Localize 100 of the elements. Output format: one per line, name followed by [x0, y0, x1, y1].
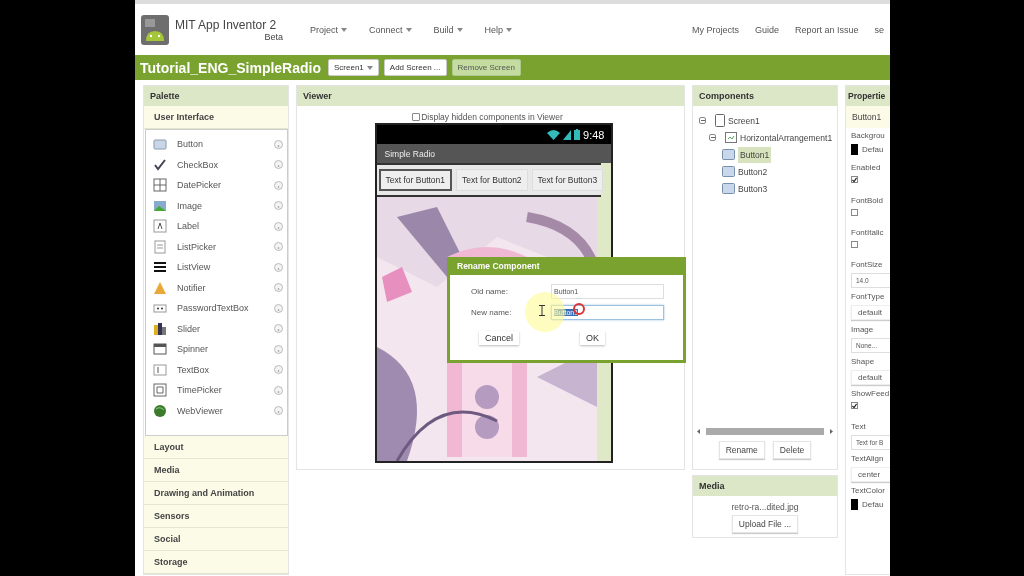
color-swatch[interactable]	[851, 144, 858, 155]
property-label: FontBold	[851, 195, 885, 205]
tree-item[interactable]: Screen1	[728, 115, 760, 126]
palette-item[interactable]: DatePicker	[177, 180, 274, 191]
scroll-left-icon[interactable]	[697, 429, 700, 434]
menu-item[interactable]: Project	[310, 24, 347, 35]
nav-link[interactable]: Guide	[754, 24, 779, 35]
dialog-button[interactable]: Cancel	[479, 331, 519, 345]
palette-item[interactable]: CheckBox	[177, 159, 274, 170]
list-lines-icon	[153, 260, 167, 275]
help-icon[interactable]	[274, 221, 283, 231]
component-button[interactable]: Delete	[772, 441, 812, 459]
palette-item[interactable]: Label	[177, 221, 274, 232]
app-name: MIT App Inventor 2	[175, 17, 278, 32]
palette-item[interactable]: Slider	[177, 323, 274, 334]
palette-section[interactable]: Social	[144, 528, 288, 551]
horizontal-scrollbar[interactable]	[706, 428, 824, 435]
help-icon[interactable]	[274, 365, 283, 375]
property-checkbox[interactable]	[851, 240, 858, 248]
palette-section[interactable]: Drawing and Animation	[144, 482, 288, 505]
help-icon[interactable]	[274, 283, 283, 293]
property-checkbox[interactable]	[851, 402, 858, 410]
property-label: ShowFeed	[851, 389, 890, 399]
palette-section[interactable]: Layout	[144, 436, 288, 459]
palette-item[interactable]: PasswordTextBox	[177, 303, 274, 314]
palette-item[interactable]: TimePicker	[177, 385, 274, 396]
palette-item[interactable]: TextBox	[177, 364, 274, 375]
help-icon[interactable]	[274, 406, 283, 416]
media-file[interactable]: retro-ra...dited.jpg	[731, 502, 799, 512]
warning-icon	[153, 280, 167, 295]
palette-item[interactable]: ListPicker	[177, 241, 274, 252]
component-button[interactable]: Rename	[718, 441, 765, 459]
property-dropdown[interactable]: default	[851, 305, 890, 321]
button-icon	[722, 183, 735, 194]
checkbox-label: Display hidden components in Viewer	[421, 112, 563, 122]
tree-item[interactable]: Button3	[738, 183, 768, 194]
scroll-right-icon[interactable]	[830, 429, 833, 434]
spinner-icon	[153, 342, 167, 357]
palette-section[interactable]: Sensors	[144, 505, 288, 528]
edition-label: Beta	[264, 31, 283, 42]
help-icon[interactable]	[274, 180, 283, 190]
phone-button[interactable]: Text for Button1	[378, 169, 453, 191]
property-dropdown[interactable]: center	[851, 466, 890, 482]
palette-item[interactable]: Spinner	[177, 344, 274, 355]
text-cursor-icon	[539, 305, 545, 316]
help-icon[interactable]	[274, 344, 283, 354]
help-icon[interactable]	[274, 242, 283, 252]
property-value: Defau	[862, 500, 884, 510]
tree-item[interactable]: HorizontalArrangement1	[740, 132, 833, 143]
palette-section[interactable]: Storage	[144, 551, 288, 574]
nav-link[interactable]: My Projects	[691, 24, 739, 35]
menu-item[interactable]: Help	[484, 24, 513, 35]
help-icon[interactable]	[274, 160, 283, 170]
image-icon	[153, 198, 167, 213]
tree-item[interactable]: Button2	[738, 166, 768, 177]
help-icon[interactable]	[274, 385, 283, 395]
selected-component-label: Button1	[846, 106, 890, 128]
dialog-button[interactable]: OK	[580, 331, 605, 345]
property-checkbox[interactable]	[851, 176, 858, 184]
help-icon[interactable]	[274, 262, 283, 272]
palette-item[interactable]: ListView	[177, 262, 274, 273]
panel-header: Viewer	[297, 86, 684, 106]
property-label: Text	[851, 421, 867, 431]
phone-button[interactable]: Text for Button2	[456, 169, 528, 191]
caret-icon	[405, 27, 412, 32]
project-title: Tutorial_ENG_SimpleRadio	[140, 59, 321, 76]
slider-icon	[153, 321, 167, 336]
tree-item[interactable]: Button1	[738, 146, 772, 163]
help-icon[interactable]	[274, 201, 283, 211]
caret-icon	[341, 27, 347, 32]
help-icon[interactable]	[274, 324, 283, 334]
property-checkbox[interactable]	[851, 208, 858, 216]
palette-item[interactable]: WebViewer	[177, 405, 274, 416]
upload-button[interactable]: Upload File ...	[731, 515, 799, 533]
field-label: New name:	[471, 308, 512, 317]
battery-icon	[574, 129, 581, 140]
palette-section[interactable]: User Interface	[144, 106, 288, 129]
menu-item[interactable]: Connect	[369, 24, 412, 35]
phone-button[interactable]: Text for Button3	[531, 169, 604, 191]
color-swatch[interactable]	[851, 499, 858, 511]
property-dropdown[interactable]: default	[851, 370, 890, 386]
property-label: Shape	[851, 357, 876, 367]
collapse-toggle[interactable]	[699, 117, 706, 124]
palette-item[interactable]: Image	[177, 200, 274, 211]
nav-link[interactable]: se	[874, 24, 884, 35]
screen-button[interactable]: Add Screen ...	[383, 59, 447, 76]
menu-item[interactable]: Build	[433, 24, 463, 35]
nav-link[interactable]: Report an Issue	[794, 24, 859, 35]
palette-item[interactable]: Button	[177, 139, 274, 150]
collapse-toggle[interactable]	[709, 134, 716, 141]
android-logo-icon	[141, 14, 169, 45]
property-label: FontType	[851, 292, 886, 302]
help-icon[interactable]	[274, 303, 283, 313]
panel-header: Components	[693, 86, 837, 106]
screen-dropdown[interactable]: Screen1	[328, 59, 379, 76]
checkbox[interactable]	[412, 113, 421, 121]
help-icon[interactable]	[274, 139, 283, 149]
palette-section[interactable]: Media	[144, 459, 288, 482]
checkmark-icon	[153, 157, 167, 172]
palette-item[interactable]: Notifier	[177, 282, 274, 293]
